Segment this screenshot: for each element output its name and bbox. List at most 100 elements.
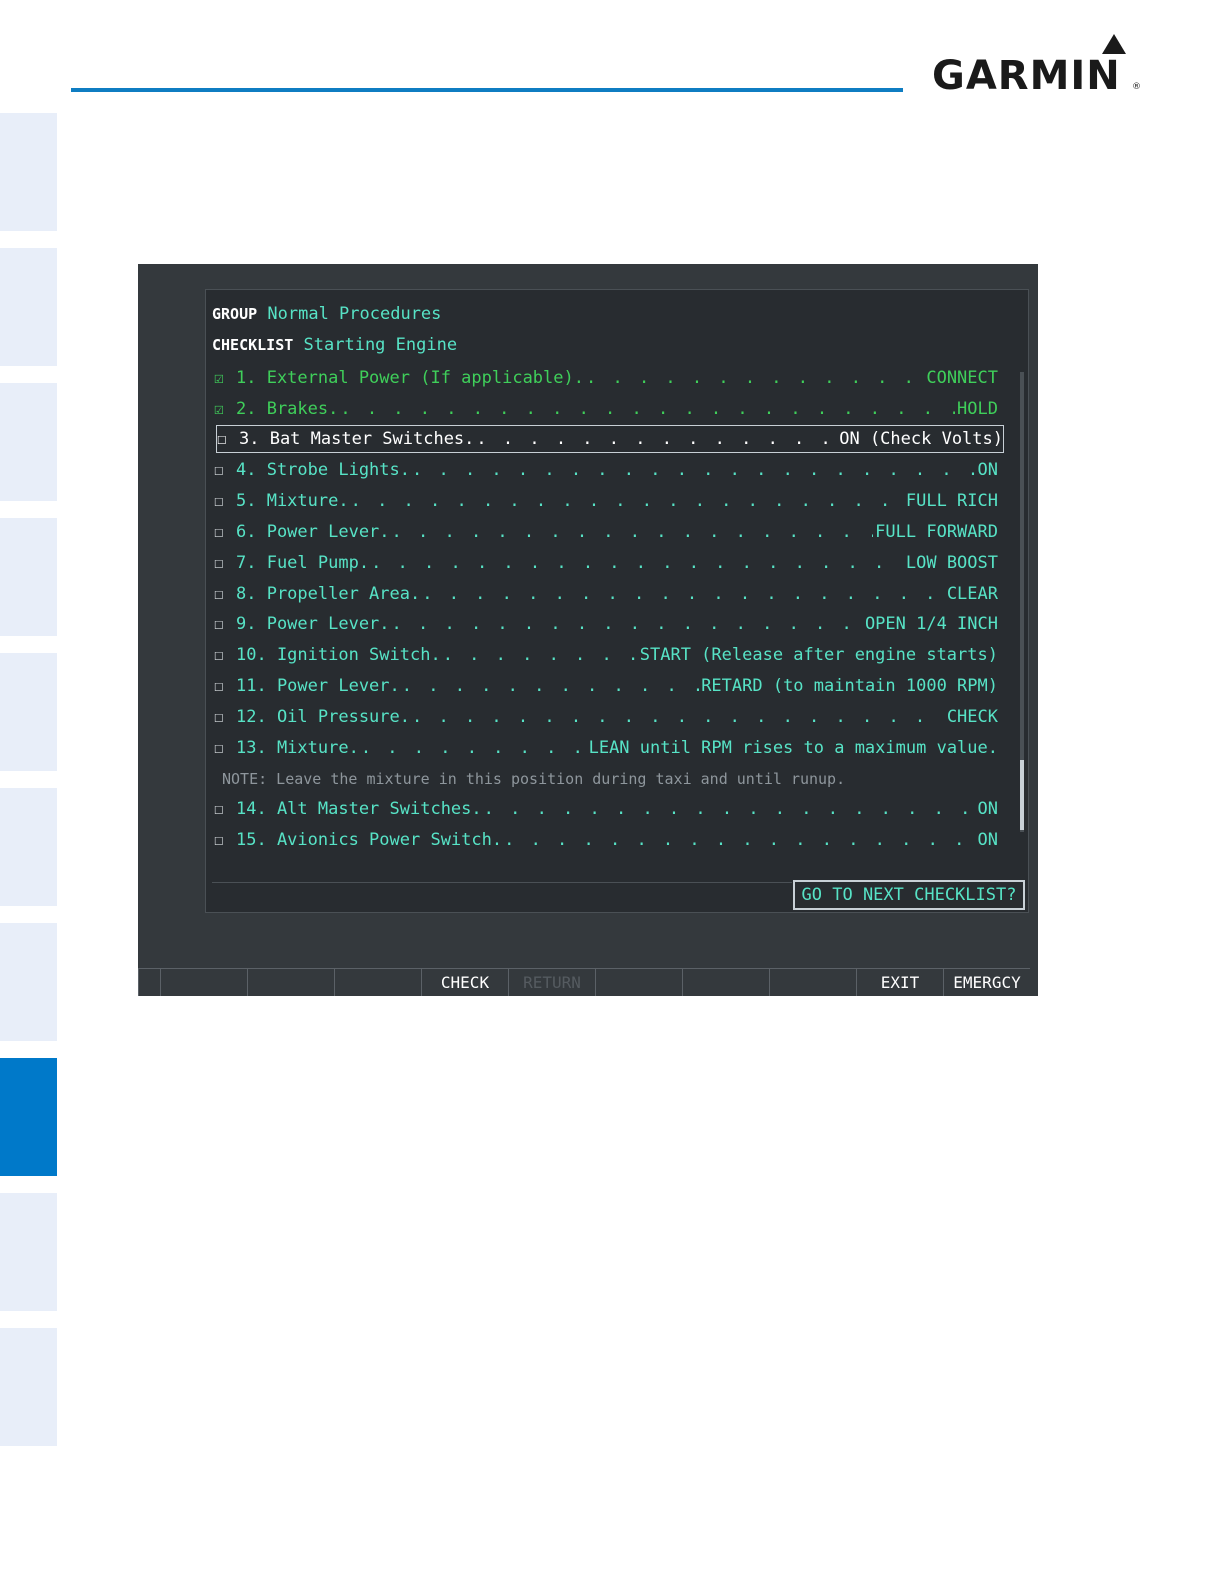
leader-dots (443, 641, 638, 669)
mfd-screen: GROUP Normal Procedures CHECKLIST Starti… (138, 264, 1038, 996)
side-tab-3[interactable] (0, 383, 57, 501)
checklist-header[interactable]: CHECKLIST Starting Engine (212, 335, 457, 355)
item-action: FULL FORWARD (875, 522, 998, 542)
item-label: 4. Strobe Lights. (236, 460, 410, 480)
item-label: 6. Power Lever. (236, 522, 390, 542)
check-softkey[interactable]: CHECK (421, 968, 508, 996)
checklist-item-15[interactable]: ☐ 15. Avionics Power Switch. ON (214, 826, 998, 854)
unchecked-box-icon: ☐ (214, 830, 224, 849)
scrollbar-thumb[interactable] (1020, 760, 1024, 830)
leader-dots (351, 487, 904, 515)
unchecked-box-icon: ☐ (214, 707, 224, 726)
unchecked-box-icon: ☐ (214, 553, 224, 572)
item-action: OPEN 1/4 INCH (864, 614, 998, 634)
item-action: CONNECT (926, 368, 998, 388)
leader-dots (504, 826, 975, 854)
side-tab-5[interactable] (0, 653, 57, 771)
next-checklist-button[interactable]: GO TO NEXT CHECKLIST? (793, 880, 1025, 910)
leader-dots (392, 518, 874, 546)
unchecked-box-icon: ☐ (214, 645, 224, 664)
checklist-item-11[interactable]: ☐ 11. Power Lever. RETARD (to maintain 1… (214, 672, 998, 700)
unchecked-box-icon: ☐ (214, 584, 224, 603)
item-action: LOW BOOST (905, 553, 998, 573)
leader-dots (484, 795, 976, 823)
checklist-item-6[interactable]: ☐ 6. Power Lever. FULL FORWARD (214, 518, 998, 546)
group-value: Normal Procedures (267, 304, 442, 324)
checklist-item-4[interactable]: ☐ 4. Strobe Lights. ON (214, 456, 998, 484)
side-tab-9[interactable] (0, 1193, 57, 1311)
side-tab-10[interactable] (0, 1328, 57, 1446)
item-action: START (Release after engine starts) (639, 645, 998, 665)
softkey-8[interactable] (769, 968, 856, 996)
item-action: FULL RICH (905, 491, 998, 511)
softkey-0[interactable] (138, 968, 160, 996)
item-label: 5. Mixture. (236, 491, 349, 511)
item-label: 9. Power Lever. (236, 614, 390, 634)
checklist-item-14[interactable]: ☐ 14. Alt Master Switches. ON (214, 795, 998, 823)
group-header[interactable]: GROUP Normal Procedures (212, 304, 441, 324)
return-softkey[interactable]: RETURN (508, 968, 595, 996)
checked-box-icon: ☑ (214, 399, 224, 418)
leader-dots (412, 456, 976, 484)
item-label: 7. Fuel Pump. (236, 553, 370, 573)
item-label: 3. Bat Master Switches. (239, 429, 475, 449)
item-action: ON (977, 460, 998, 480)
side-tab-7[interactable] (0, 923, 57, 1041)
unchecked-box-icon: ☐ (214, 491, 224, 510)
softkey-3[interactable] (334, 968, 421, 996)
item-label: 8. Propeller Area. (236, 584, 421, 604)
leader-dots (361, 734, 587, 762)
checklist-item-10[interactable]: ☐ 10. Ignition Switch. START (Release af… (214, 641, 998, 669)
item-action: CLEAR (946, 584, 998, 604)
unchecked-box-icon: ☐ (217, 429, 227, 448)
item-action: ON (977, 830, 998, 850)
logo-triangle-icon (1102, 34, 1126, 54)
checklist-item-5[interactable]: ☐ 5. Mixture. FULL RICH (214, 487, 998, 515)
unchecked-box-icon: ☐ (214, 522, 224, 541)
logo-text: GARMIN (932, 53, 1121, 99)
item-label: 14. Alt Master Switches. (236, 799, 482, 819)
checklist-item-12[interactable]: ☐ 12. Oil Pressure. CHECK (214, 703, 998, 731)
leader-dots (422, 580, 945, 608)
checklist-item-8[interactable]: ☐ 8. Propeller Area. CLEAR (214, 580, 998, 608)
side-tab-4[interactable] (0, 518, 57, 636)
panel-divider (212, 882, 792, 883)
leader-dots (402, 672, 699, 700)
emergency-softkey[interactable]: EMERGCY (943, 968, 1030, 996)
side-tab-6[interactable] (0, 788, 57, 906)
checked-box-icon: ☑ (214, 368, 224, 387)
item-action: RETARD (to maintain 1000 RPM) (701, 676, 998, 696)
checklist-item-3-selected[interactable]: ☐ 3. Bat Master Switches. ON (Check Volt… (216, 425, 1004, 453)
item-label: 1. External Power (If applicable). (236, 368, 584, 388)
checklist-item-9[interactable]: ☐ 9. Power Lever. OPEN 1/4 INCH (214, 610, 998, 638)
item-label: 15. Avionics Power Switch. (236, 830, 503, 850)
group-key: GROUP (212, 305, 258, 323)
item-action: ON (977, 799, 998, 819)
item-label: 11. Power Lever. (236, 676, 400, 696)
softkey-6[interactable] (595, 968, 682, 996)
item-label: 13. Mixture. (236, 738, 359, 758)
checklist-item-1[interactable]: ☑ 1. External Power (If applicable). CON… (214, 364, 998, 392)
garmin-logo: GARMIN ® (932, 34, 1142, 100)
checklist-value: Starting Engine (303, 335, 458, 355)
side-tab-active[interactable] (0, 1058, 57, 1176)
softkey-bar: CHECK RETURN EXIT EMERGCY (138, 968, 1038, 996)
leader-dots (586, 364, 924, 392)
checklist-item-2[interactable]: ☑ 2. Brakes. HOLD (214, 395, 998, 423)
item-action: HOLD (957, 399, 998, 419)
item-action: ON (Check Volts) (839, 429, 1003, 449)
leader-dots (340, 395, 955, 423)
registered-mark: ® (1132, 82, 1141, 92)
checklist-item-7[interactable]: ☐ 7. Fuel Pump. LOW BOOST (214, 549, 998, 577)
side-tab-1[interactable] (0, 113, 57, 231)
side-tab-2[interactable] (0, 248, 57, 366)
softkey-2[interactable] (247, 968, 334, 996)
softkey-1[interactable] (160, 968, 247, 996)
checklist-panel: GROUP Normal Procedures CHECKLIST Starti… (205, 289, 1029, 913)
item-action: LEAN until RPM rises to a maximum value. (588, 738, 998, 758)
unchecked-box-icon: ☐ (214, 614, 224, 633)
checklist-item-13[interactable]: ☐ 13. Mixture. LEAN until RPM rises to a… (214, 734, 998, 762)
exit-softkey[interactable]: EXIT (856, 968, 943, 996)
leader-dots (476, 425, 837, 453)
softkey-7[interactable] (682, 968, 769, 996)
